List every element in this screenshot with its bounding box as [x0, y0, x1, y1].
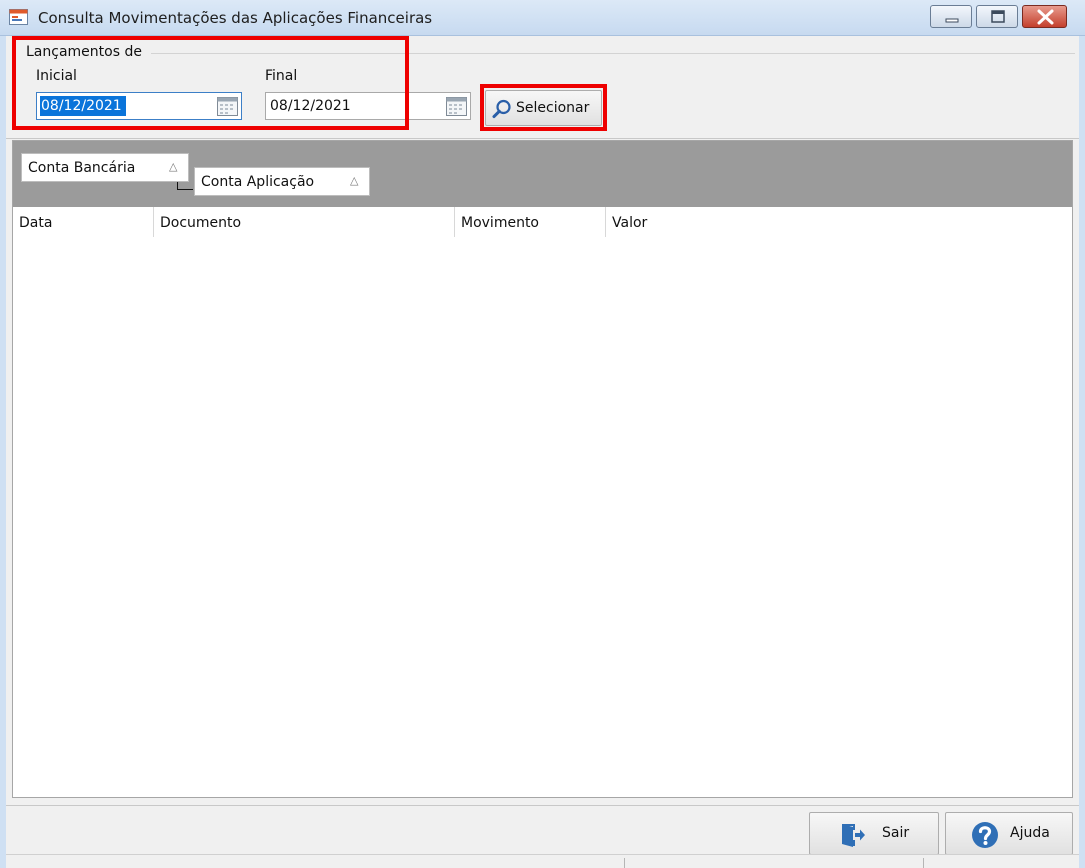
group-by-panel[interactable]: Conta Bancária △ Conta Aplicação △ — [13, 141, 1072, 207]
status-separator — [923, 858, 924, 868]
column-header-documento[interactable]: Documento — [154, 207, 454, 239]
app-window-icon — [9, 9, 28, 25]
close-icon — [1037, 9, 1054, 25]
calendar-icon[interactable] — [446, 97, 467, 116]
group-chip-label: Conta Bancária — [28, 160, 136, 176]
close-button[interactable] — [1022, 5, 1067, 28]
help-button-label: Ajuda — [1010, 825, 1050, 841]
movements-grid[interactable]: Conta Bancária △ Conta Aplicação △ Data … — [12, 140, 1073, 798]
column-header-movimento[interactable]: Movimento — [455, 207, 605, 239]
footer-separator — [6, 805, 1079, 806]
sort-ascending-icon: △ — [350, 174, 359, 187]
status-separator — [624, 858, 625, 868]
dialog-client-area: Lançamentos de Inicial Final — [6, 36, 1079, 868]
grid-rows-area[interactable] — [13, 239, 1072, 797]
window-title: Consulta Movimentações das Aplicações Fi… — [38, 9, 433, 27]
status-bar — [6, 854, 1079, 868]
title-bar[interactable]: Consulta Movimentações das Aplicações Fi… — [0, 0, 1085, 36]
sort-ascending-icon: △ — [169, 160, 178, 173]
group-chip-conta-aplicacao[interactable]: Conta Aplicação △ — [194, 167, 370, 196]
help-icon — [972, 822, 998, 848]
minimize-icon — [945, 18, 959, 23]
highlight-box-dates — [12, 36, 409, 130]
exit-button-label: Sair — [882, 825, 910, 841]
maximize-icon — [991, 10, 1005, 23]
group-chip-conta-bancaria[interactable]: Conta Bancária △ — [21, 153, 189, 182]
group-chip-label: Conta Aplicação — [201, 174, 315, 190]
highlight-box-select — [480, 84, 607, 131]
maximize-button[interactable] — [976, 5, 1018, 28]
help-button[interactable]: Ajuda — [945, 812, 1073, 855]
group-connector — [177, 182, 193, 190]
column-header-valor[interactable]: Valor — [606, 207, 806, 239]
minimize-button[interactable] — [930, 5, 972, 28]
header-separator — [6, 138, 1079, 139]
column-header-data[interactable]: Data — [13, 207, 153, 239]
exit-button[interactable]: Sair — [809, 812, 939, 855]
exit-door-icon — [842, 824, 865, 847]
